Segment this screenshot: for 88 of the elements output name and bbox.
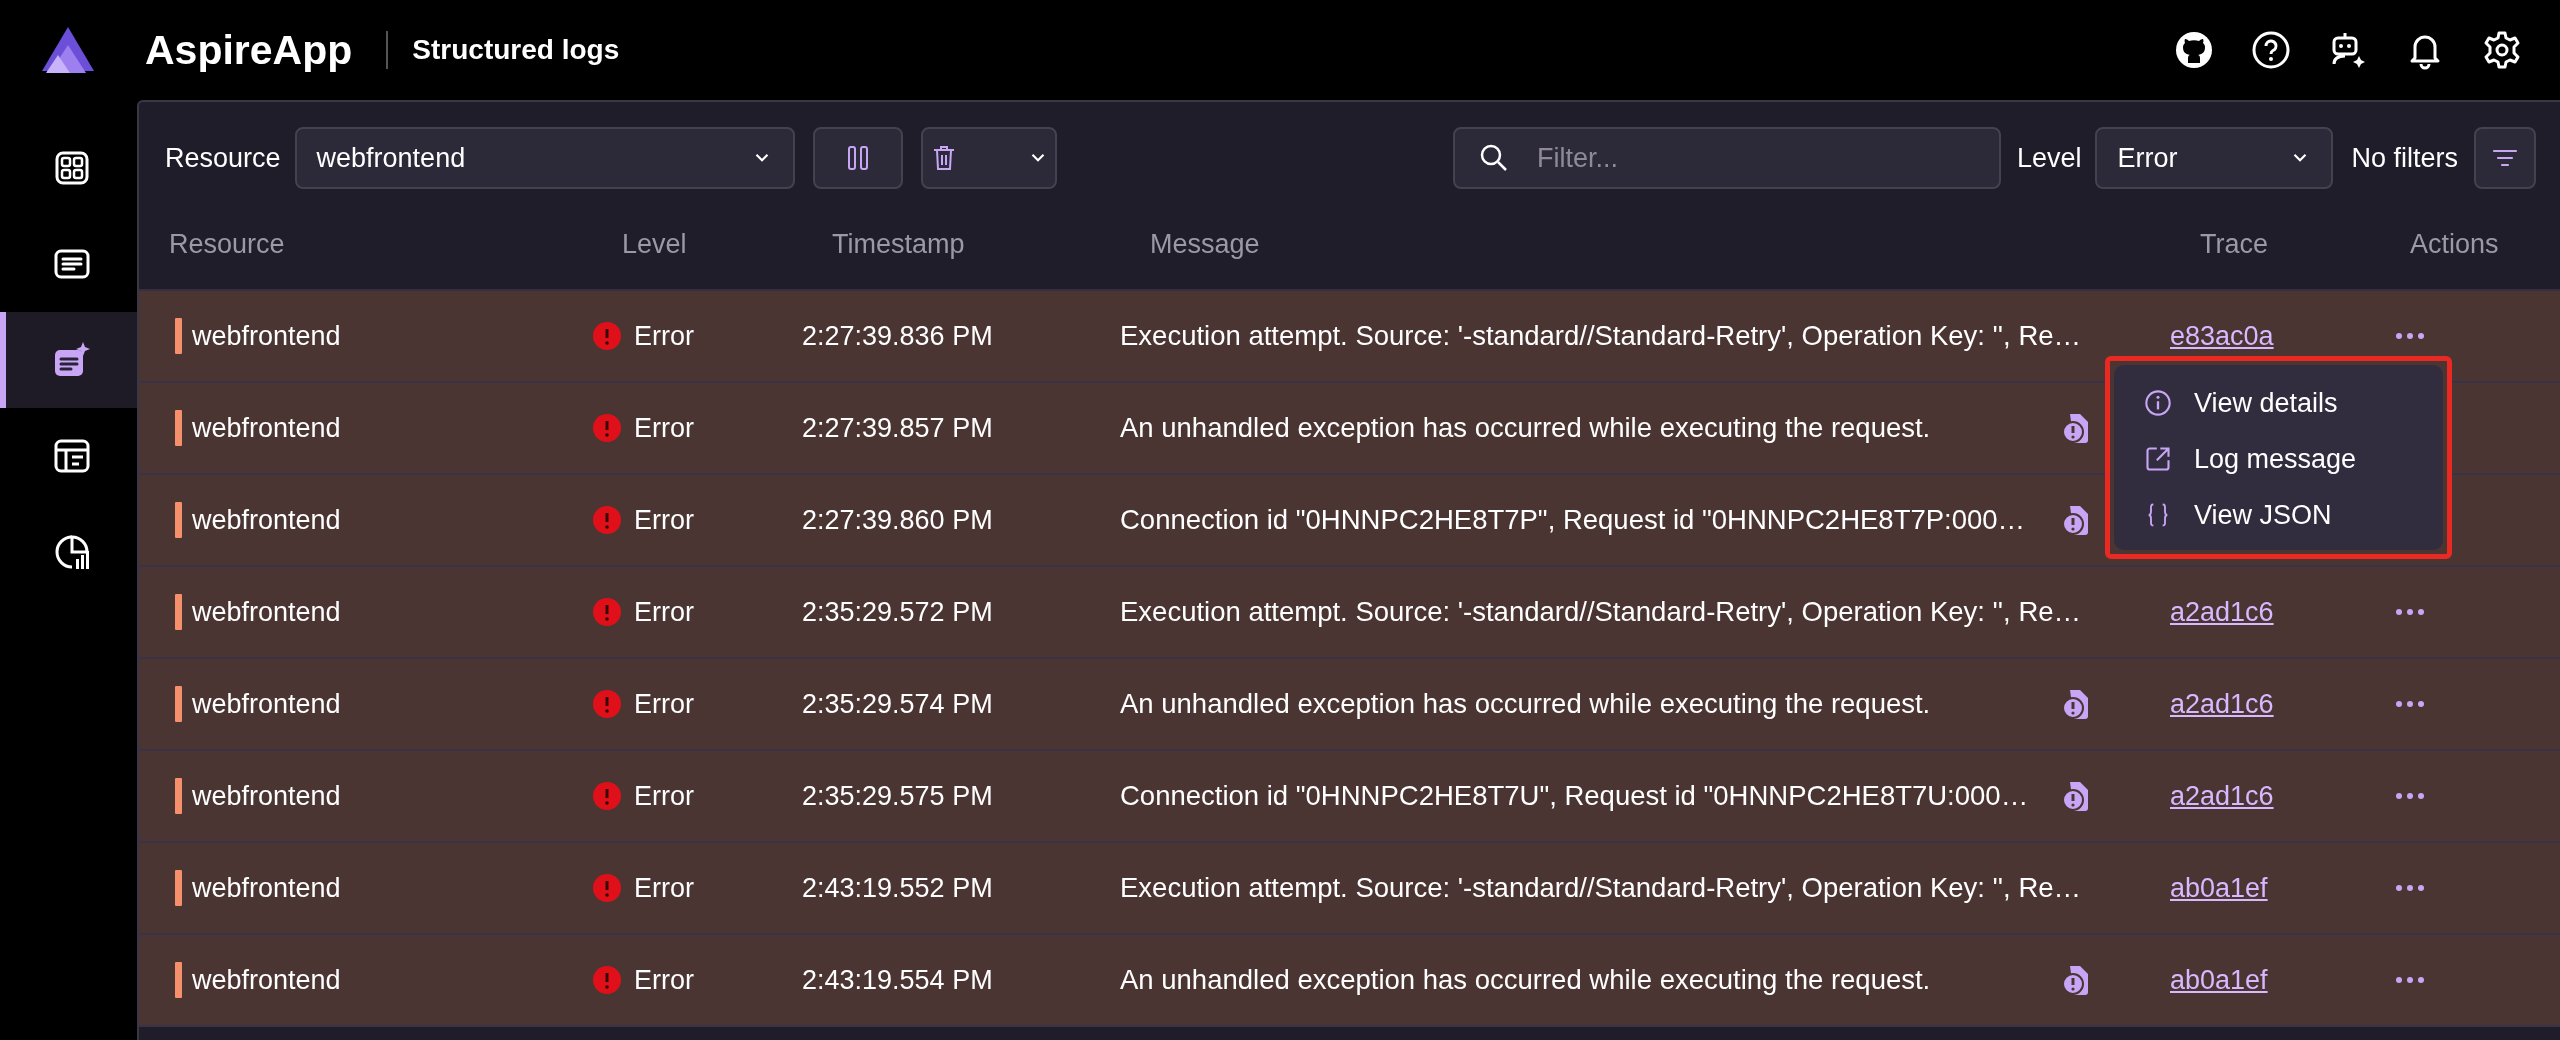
more-icon[interactable]	[2394, 791, 2426, 801]
level-select[interactable]: Error	[2095, 127, 2334, 189]
column-header: Timestamp	[831, 229, 965, 259]
resource-marker	[175, 502, 182, 538]
menu-item[interactable]: Log message	[2114, 431, 2443, 487]
app-name: AspireApp	[145, 26, 353, 74]
error-icon	[592, 689, 622, 719]
resource-marker	[175, 962, 182, 998]
filter-field[interactable]: Filter...	[1452, 127, 2001, 189]
trace-link[interactable]: e83ac0a	[2170, 320, 2274, 352]
trace-link[interactable]: ab0a1ef	[2170, 872, 2268, 904]
external-link-icon	[2144, 445, 2172, 473]
table-cell: webfrontend	[192, 964, 341, 996]
help-icon[interactable]	[2251, 30, 2291, 70]
resource-marker	[175, 318, 182, 354]
error-icon	[592, 873, 622, 903]
filter-button[interactable]	[2474, 127, 2536, 189]
menu-item[interactable]: View details	[2114, 375, 2443, 431]
table-cell: An unhandled exception has occurred while executing the request.	[1120, 412, 1931, 444]
more-icon[interactable]	[2394, 607, 2426, 617]
github-icon[interactable]	[2174, 30, 2214, 70]
column-header: Trace	[2199, 229, 2268, 259]
table-cell: An unhandled exception has occurred while executing the request.	[1120, 688, 1931, 720]
error-icon	[592, 413, 622, 443]
trace-link[interactable]: a2ad1c6	[2170, 596, 2274, 628]
more-icon[interactable]	[2394, 883, 2426, 893]
table-cell: 2:27:39.857 PM	[802, 412, 993, 444]
column-header: Resource	[168, 229, 285, 259]
more-icon[interactable]	[2394, 699, 2426, 709]
table-cell: 2:35:29.575 PM	[802, 780, 993, 812]
more-icon[interactable]	[2394, 975, 2426, 985]
more-icon[interactable]	[2394, 331, 2426, 341]
resource-marker	[175, 686, 182, 722]
resource-select[interactable]: webfrontend	[294, 127, 795, 189]
table-cell: Execution attempt. Source: '-standard//Standard-Retry', Operation Key: '', Re…	[1120, 596, 2082, 628]
trace-link[interactable]: a2ad1c6	[2170, 688, 2274, 720]
table-cell: 2:27:39.860 PM	[802, 504, 993, 536]
resource-marker	[175, 870, 182, 906]
table-cell: Error	[634, 964, 694, 996]
table-cell: Error	[634, 412, 694, 444]
level-label: Level	[2016, 142, 2082, 174]
pause-button[interactable]	[812, 127, 903, 189]
page-title: Structured logs	[412, 34, 620, 66]
settings-icon[interactable]	[2482, 30, 2522, 70]
table-cell: webfrontend	[192, 320, 341, 352]
resource-marker	[175, 410, 182, 446]
info-icon	[2144, 389, 2172, 417]
table-cell: webfrontend	[192, 780, 341, 812]
filters-status: No filters	[2351, 142, 2458, 174]
table-cell: Error	[634, 320, 694, 352]
table-cell: webfrontend	[192, 872, 341, 904]
logo-icon	[40, 25, 96, 75]
search-icon	[1478, 143, 1509, 173]
table-cell: webfrontend	[192, 504, 341, 536]
table-cell: 2:43:19.552 PM	[802, 872, 993, 904]
table-cell: Connection id "0HNNPC2HE8T7U", Request id "0HNNPC2HE8T7U:000…	[1120, 780, 2029, 812]
table-cell: Error	[634, 780, 694, 812]
error-icon	[592, 965, 622, 995]
table-cell: Error	[634, 872, 694, 904]
column-header: Level	[621, 229, 687, 259]
error-icon	[592, 321, 622, 351]
clear-logs-button[interactable]	[920, 127, 1057, 189]
column-header: Actions	[2409, 229, 2499, 259]
table-cell: 2:35:29.574 PM	[802, 688, 993, 720]
resource-marker	[175, 778, 182, 814]
error-icon	[592, 597, 622, 627]
error-icon	[592, 505, 622, 535]
table-cell: webfrontend	[192, 688, 341, 720]
table-cell: 2:27:39.836 PM	[802, 320, 993, 352]
table-cell: Error	[634, 504, 694, 536]
resource-label: Resource	[165, 142, 281, 174]
menu-item[interactable]: View JSON	[2114, 487, 2443, 543]
sidebar-item[interactable]	[0, 312, 137, 408]
table-cell: Execution attempt. Source: '-standard//Standard-Retry', Operation Key: '', Re…	[1120, 872, 2082, 904]
trace-link[interactable]: ab0a1ef	[2170, 964, 2268, 996]
column-header: Message	[1149, 229, 1260, 259]
table-cell: webfrontend	[192, 596, 341, 628]
table-cell: 2:35:29.572 PM	[802, 596, 993, 628]
trace-link[interactable]: a2ad1c6	[2170, 780, 2274, 812]
table-cell: Error	[634, 596, 694, 628]
table-cell: Execution attempt. Source: '-standard//Standard-Retry', Operation Key: '', Re…	[1120, 320, 2082, 352]
table-cell: Error	[634, 688, 694, 720]
resource-marker	[175, 594, 182, 630]
table-cell: An unhandled exception has occurred while executing the request.	[1120, 964, 1931, 996]
table-cell: Connection id "0HNNPC2HE8T7P", Request id "0HNNPC2HE8T7P:000…	[1120, 504, 2026, 536]
error-icon	[592, 781, 622, 811]
table-cell: 2:43:19.554 PM	[802, 964, 993, 996]
table-cell: webfrontend	[192, 412, 341, 444]
